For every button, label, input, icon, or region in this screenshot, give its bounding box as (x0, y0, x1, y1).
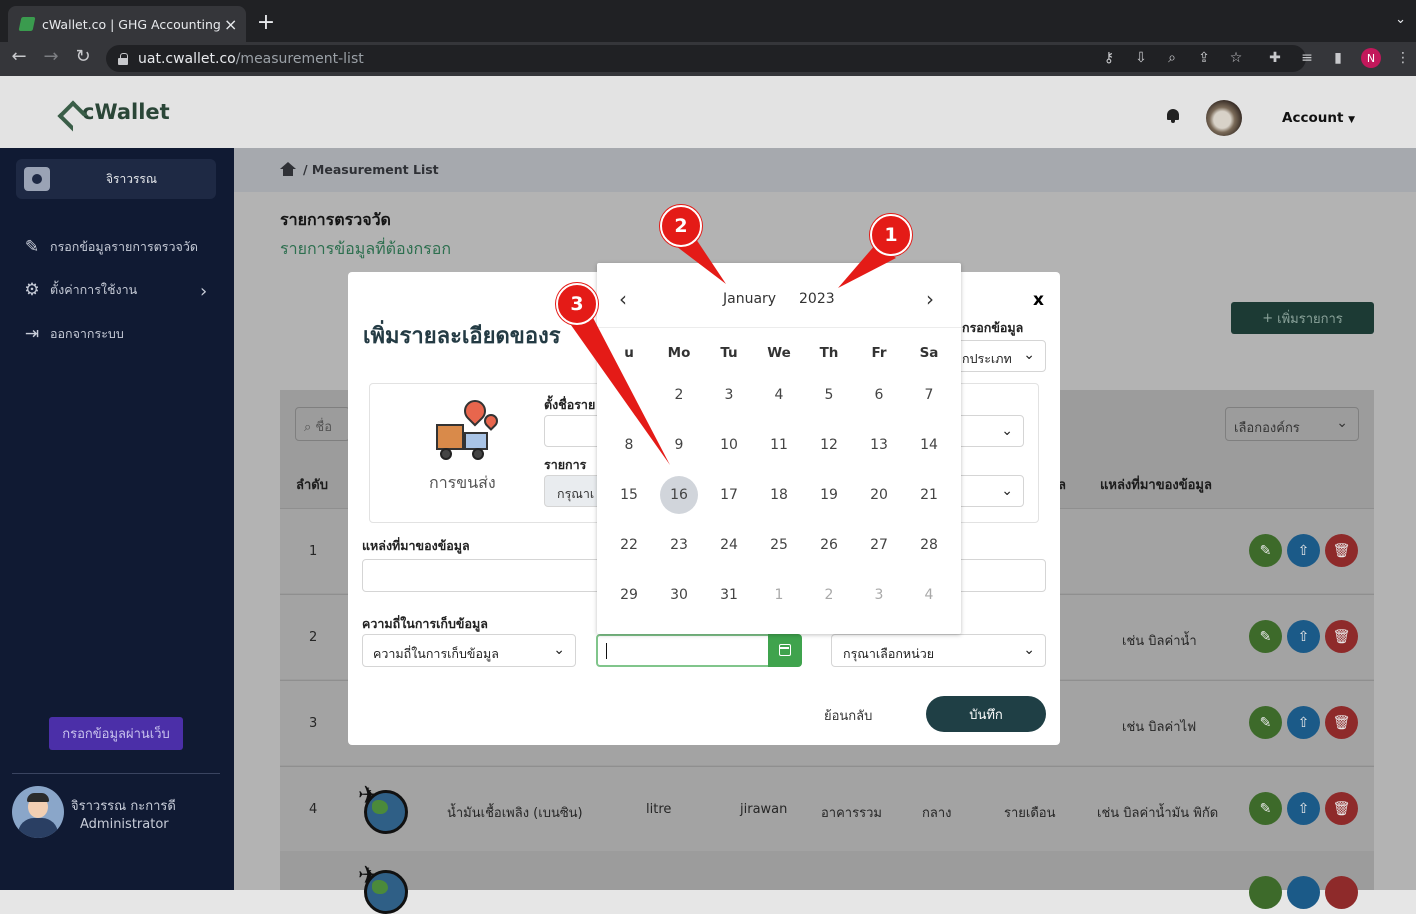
annotation-badge-2: 2 (660, 205, 702, 247)
annotation-arrows (566, 236, 896, 465)
annotation-arrow-3 (566, 312, 670, 465)
annotation-badge-3: 3 (556, 283, 598, 325)
annotation-badge-1: 1 (870, 214, 912, 256)
